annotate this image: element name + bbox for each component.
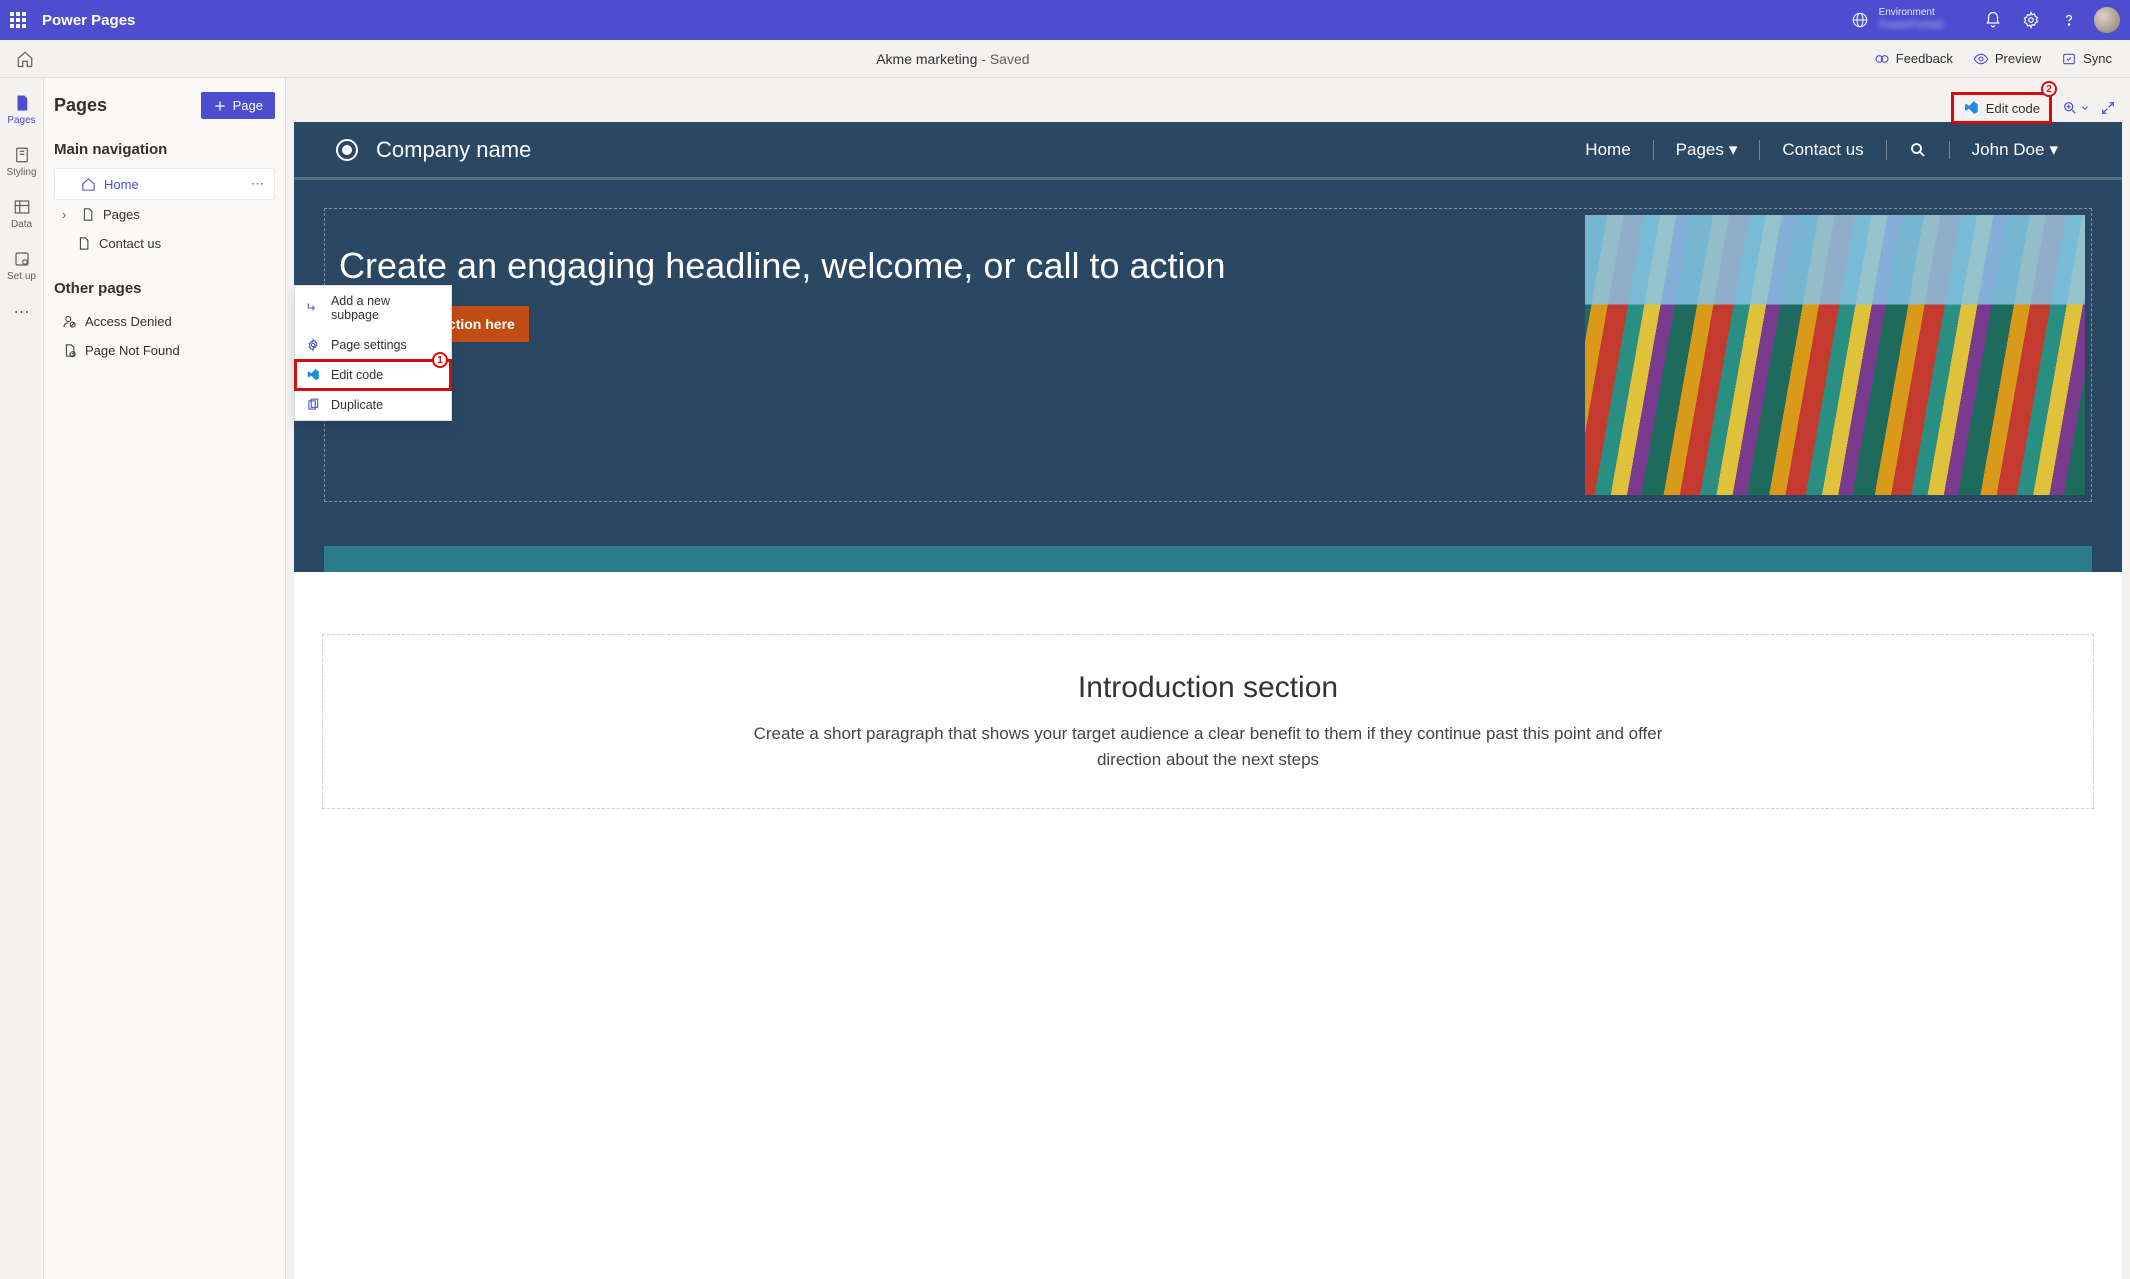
site-nav-user[interactable]: John Doe▾ <box>1950 140 2080 160</box>
rail-more[interactable]: ⋯ <box>0 292 43 332</box>
person-denied-icon <box>62 314 77 329</box>
vscode-icon <box>1963 100 1979 116</box>
site-nav-pages[interactable]: Pages▾ <box>1654 140 1761 160</box>
rail-data[interactable]: Data <box>0 188 43 240</box>
site-nav-contact[interactable]: Contact us <box>1760 140 1886 160</box>
help-icon <box>2060 11 2078 29</box>
user-avatar[interactable] <box>2094 7 2120 33</box>
help-button[interactable] <box>2050 0 2088 40</box>
app-launcher-icon[interactable] <box>10 12 28 28</box>
data-icon <box>13 198 31 216</box>
site-name: Akme marketing <box>876 51 977 67</box>
page-warning-icon <box>62 343 77 358</box>
menu-duplicate[interactable]: Duplicate <box>295 390 451 420</box>
caret-down-icon: ▾ <box>1729 140 1738 160</box>
hero-section[interactable]: Create an engaging headline, welcome, or… <box>294 180 2122 572</box>
page-context-menu: Add a new subpage Page settings Edit cod… <box>294 285 452 421</box>
tree-item-contact[interactable]: Contact us <box>54 229 275 258</box>
rail-setup[interactable]: Set up <box>0 240 43 292</box>
save-status: - Saved <box>977 51 1029 67</box>
home-button[interactable] <box>10 50 40 68</box>
plus-icon <box>213 99 227 113</box>
site-nav-home[interactable]: Home <box>1563 140 1653 160</box>
canvas-toolbar: Edit code 2 <box>1951 92 2116 124</box>
more-icon[interactable]: ⋯ <box>251 176 266 192</box>
app-header: Power Pages Environment PowerPortals <box>0 0 2130 40</box>
environment-icon <box>1851 11 1869 29</box>
left-rail: Pages Styling Data Set up ⋯ <box>0 78 44 1279</box>
zoom-button[interactable] <box>2062 100 2090 116</box>
main-nav-heading: Main navigation <box>54 141 275 158</box>
annotation-badge-2: 2 <box>2041 81 2057 97</box>
home-icon <box>81 177 96 192</box>
page-icon <box>76 236 91 251</box>
expand-button[interactable] <box>2100 100 2116 116</box>
feedback-button[interactable]: Feedback <box>1866 47 1961 71</box>
edit-code-button[interactable]: Edit code <box>1951 92 2052 124</box>
tree-item-pages[interactable]: › Pages <box>54 200 275 229</box>
annotation-badge-1: 1 <box>432 352 448 368</box>
subpage-icon <box>306 301 320 315</box>
home-icon <box>16 50 34 68</box>
menu-add-subpage[interactable]: Add a new subpage <box>295 286 451 330</box>
intro-title[interactable]: Introduction section <box>347 671 2069 705</box>
gear-icon <box>306 338 320 352</box>
site-header: Company name Home Pages▾ Contact us John… <box>294 122 2122 180</box>
search-icon <box>1909 141 1927 159</box>
eye-icon <box>1973 51 1989 67</box>
tree-item-home[interactable]: Home ⋯ <box>54 168 275 200</box>
page-icon <box>13 94 31 112</box>
bell-icon <box>1984 11 2002 29</box>
tree-item-access-denied[interactable]: Access Denied <box>54 307 275 336</box>
environment-picker[interactable]: Environment PowerPortals <box>1851 7 1944 32</box>
rail-styling[interactable]: Styling <box>0 136 43 188</box>
caret-down-icon: ▾ <box>2049 140 2058 160</box>
intro-text[interactable]: Create a short paragraph that shows your… <box>728 721 1688 772</box>
intro-section[interactable]: Introduction section Create a short para… <box>294 572 2122 849</box>
chevron-down-icon <box>2080 103 2090 113</box>
menu-edit-code[interactable]: Edit code 1 <box>295 360 451 390</box>
site-preview: Company name Home Pages▾ Contact us John… <box>294 122 2122 1279</box>
menu-page-settings[interactable]: Page settings <box>295 330 451 360</box>
site-company-name[interactable]: Company name <box>376 137 531 163</box>
site-logo-icon <box>336 139 358 161</box>
notifications-button[interactable] <box>1974 0 2012 40</box>
settings-button[interactable] <box>2012 0 2050 40</box>
hero-band <box>324 546 2092 572</box>
pages-panel: Pages Page Main navigation Home ⋯ › Page… <box>44 78 286 1279</box>
expand-icon <box>2100 100 2116 116</box>
vscode-icon <box>306 368 320 382</box>
tree-item-not-found[interactable]: Page Not Found <box>54 336 275 365</box>
command-bar: Akme marketing - Saved Feedback Preview … <box>0 40 2130 78</box>
hero-headline[interactable]: Create an engaging headline, welcome, or… <box>339 243 1545 288</box>
gear-icon <box>2022 11 2040 29</box>
duplicate-icon <box>306 398 320 412</box>
feedback-icon <box>1874 51 1890 67</box>
sync-icon <box>2061 51 2077 67</box>
sync-button[interactable]: Sync <box>2053 47 2120 71</box>
preview-button[interactable]: Preview <box>1965 47 2049 71</box>
site-nav-search[interactable] <box>1887 141 1950 159</box>
pages-panel-title: Pages <box>54 95 107 116</box>
other-pages-heading: Other pages <box>54 280 275 297</box>
environment-label: Environment <box>1879 7 1944 19</box>
page-title: Akme marketing - Saved <box>40 51 1866 67</box>
styling-icon <box>13 146 31 164</box>
canvas-area: Edit code 2 Company name Home Pages▾ Con… <box>286 78 2130 1279</box>
setup-icon <box>13 250 31 268</box>
rail-pages[interactable]: Pages <box>0 84 43 136</box>
brand-label: Power Pages <box>42 12 135 29</box>
environment-value: PowerPortals <box>1879 19 1944 32</box>
hero-image[interactable] <box>1585 215 2085 495</box>
page-icon <box>80 207 95 222</box>
zoom-icon <box>2062 100 2078 116</box>
add-page-button[interactable]: Page <box>201 92 275 119</box>
